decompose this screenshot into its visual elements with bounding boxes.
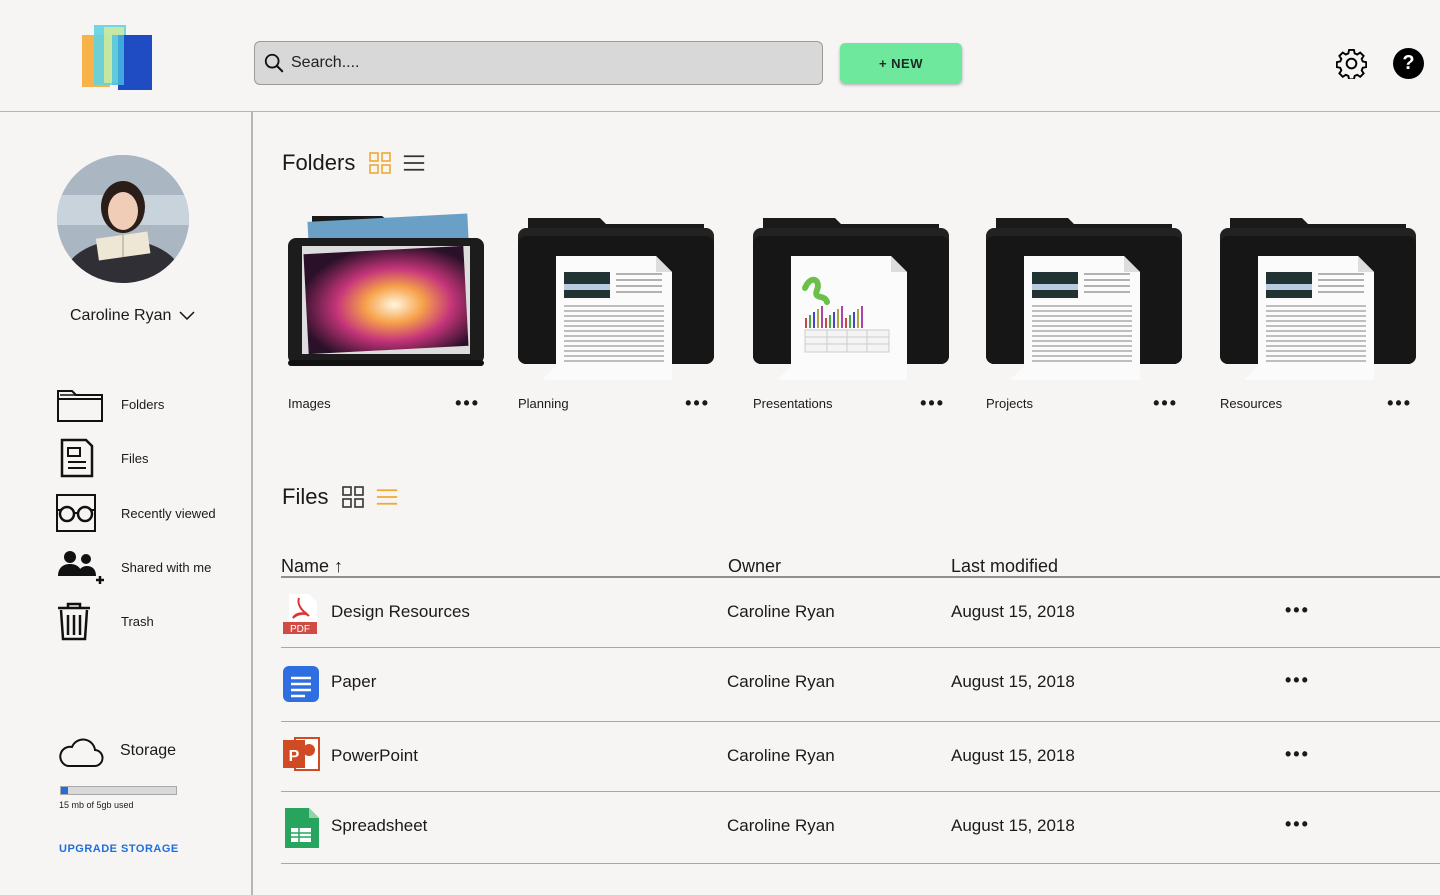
- storage-label: Storage: [120, 742, 177, 759]
- search-bar[interactable]: [254, 41, 823, 85]
- folder-thumbnail[interactable]: [282, 210, 492, 387]
- more-options-icon[interactable]: •••: [1285, 814, 1310, 835]
- folder-name: Resources: [1220, 396, 1283, 411]
- name-column-header[interactable]: Name ↑: [281, 556, 343, 577]
- storage-used-text: 15 mb of 5gb used: [59, 800, 134, 810]
- app-logo[interactable]: [82, 25, 154, 92]
- folder-card[interactable]: Projects •••: [980, 210, 1190, 414]
- ppt-file-icon: P: [281, 734, 321, 774]
- file-modified: August 15, 2018: [951, 602, 1075, 621]
- folder-thumbnail[interactable]: [980, 210, 1190, 387]
- more-options-icon[interactable]: •••: [1285, 744, 1310, 765]
- new-button[interactable]: + NEW: [840, 43, 962, 83]
- glasses-icon: [56, 493, 106, 533]
- table-row[interactable]: Spreadsheet Caroline Ryan August 15, 201…: [281, 792, 1440, 864]
- file-icon: [56, 438, 106, 478]
- folder-icon: [56, 384, 106, 424]
- storage-section[interactable]: Storage: [58, 734, 176, 768]
- folder-thumbnail[interactable]: [512, 210, 722, 387]
- chevron-down-icon: [179, 311, 195, 321]
- help-icon[interactable]: ?: [1393, 48, 1424, 79]
- table-row[interactable]: Paper Caroline Ryan August 15, 2018 •••: [281, 648, 1440, 722]
- list-view-icon[interactable]: [403, 152, 425, 174]
- more-options-icon[interactable]: •••: [1285, 600, 1310, 621]
- file-owner: Caroline Ryan: [727, 602, 835, 621]
- trash-icon: [56, 601, 106, 641]
- folders-section-header: Folders: [282, 150, 425, 176]
- list-view-icon[interactable]: [376, 486, 398, 508]
- file-name: PowerPoint: [331, 746, 418, 765]
- modified-column-header[interactable]: Last modified: [951, 556, 1058, 577]
- sidebar-item-recently-viewed[interactable]: Recently viewed: [56, 493, 216, 533]
- file-owner: Caroline Ryan: [727, 746, 835, 765]
- sidebar-item-label: Recently viewed: [121, 505, 216, 521]
- search-input[interactable]: [291, 54, 791, 72]
- sidebar-item-label: Folders: [121, 396, 165, 412]
- more-options-icon[interactable]: •••: [685, 393, 710, 414]
- sidebar-item-label: Shared with me: [121, 559, 212, 575]
- column-label: Name: [281, 556, 330, 576]
- file-owner: Caroline Ryan: [727, 672, 835, 691]
- storage-progress-bar: [60, 786, 177, 795]
- section-title: Folders: [282, 150, 356, 175]
- doc-file-icon: [281, 664, 321, 704]
- file-name: Design Resources: [331, 602, 470, 621]
- top-bar: + NEW ?: [0, 0, 1440, 112]
- folder-thumbnail[interactable]: [1214, 210, 1424, 387]
- svg-text:P: P: [289, 748, 300, 765]
- folder-name: Presentations: [753, 396, 833, 411]
- more-options-icon[interactable]: •••: [1285, 670, 1310, 691]
- sidebar-item-label: Files: [121, 450, 149, 466]
- more-options-icon[interactable]: •••: [920, 393, 945, 414]
- sidebar-item-shared[interactable]: Shared with me: [56, 547, 211, 587]
- sheet-file-icon: [281, 806, 321, 848]
- folder-name: Projects: [986, 396, 1033, 411]
- gear-icon[interactable]: [1335, 48, 1368, 81]
- folder-card[interactable]: Presentations •••: [747, 210, 957, 414]
- sidebar-item-label: Trash: [121, 613, 154, 629]
- file-modified: August 15, 2018: [951, 816, 1075, 835]
- files-section-header: Files: [282, 484, 398, 510]
- sort-arrow-icon[interactable]: ↑: [334, 556, 343, 576]
- more-options-icon[interactable]: •••: [455, 393, 480, 414]
- grid-view-icon[interactable]: [342, 486, 365, 508]
- folder-card[interactable]: Planning •••: [512, 210, 722, 414]
- owner-column-header[interactable]: Owner: [728, 556, 781, 577]
- user-name: Caroline Ryan: [70, 307, 172, 324]
- shared-users-icon: [56, 547, 106, 587]
- folder-card[interactable]: Resources •••: [1214, 210, 1424, 414]
- folder-card[interactable]: Images •••: [282, 210, 492, 414]
- grid-view-icon[interactable]: [369, 152, 392, 174]
- table-row[interactable]: P PowerPoint Caroline Ryan August 15, 20…: [281, 722, 1440, 792]
- more-options-icon[interactable]: •••: [1387, 393, 1412, 414]
- sidebar-item-trash[interactable]: Trash: [56, 601, 154, 641]
- section-title: Files: [282, 484, 329, 509]
- folder-name: Planning: [518, 396, 569, 411]
- upgrade-storage-link[interactable]: UPGRADE STORAGE: [59, 843, 179, 855]
- search-icon: [264, 53, 284, 73]
- files-table-header: Name ↑ Owner Last modified: [281, 556, 1440, 578]
- sidebar-item-folders[interactable]: Folders: [56, 384, 164, 424]
- pdf-file-icon: PDF: [281, 592, 321, 635]
- avatar[interactable]: [57, 155, 189, 283]
- file-owner: Caroline Ryan: [727, 816, 835, 835]
- sidebar: Caroline Ryan Folders Files Recently vie…: [0, 112, 253, 895]
- more-options-icon[interactable]: •••: [1153, 393, 1178, 414]
- user-menu[interactable]: Caroline Ryan: [70, 307, 195, 325]
- file-name: Paper: [331, 672, 377, 691]
- file-name: Spreadsheet: [331, 816, 428, 835]
- file-modified: August 15, 2018: [951, 672, 1075, 691]
- storage-progress-fill: [61, 787, 68, 794]
- table-row[interactable]: PDF Design Resources Caroline Ryan Augus…: [281, 580, 1440, 648]
- sidebar-item-files[interactable]: Files: [56, 438, 148, 478]
- folder-thumbnail[interactable]: [747, 210, 957, 387]
- file-modified: August 15, 2018: [951, 746, 1075, 765]
- pdf-badge-text: PDF: [290, 624, 310, 635]
- folder-name: Images: [288, 396, 331, 411]
- cloud-icon: [59, 738, 104, 767]
